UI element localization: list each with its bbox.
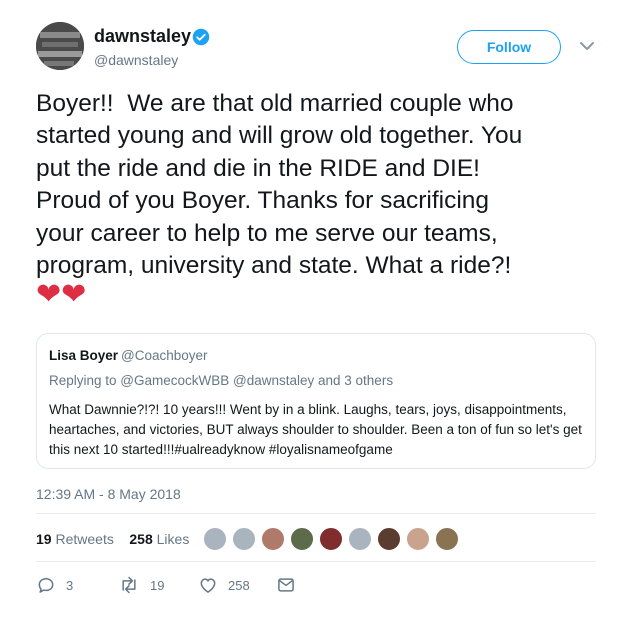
like-button[interactable]: 258 bbox=[198, 574, 250, 596]
like-icon bbox=[200, 578, 216, 593]
retweet-button[interactable]: 19 bbox=[118, 574, 164, 596]
avatar[interactable] bbox=[36, 22, 84, 70]
display-name[interactable]: dawnstaley bbox=[94, 26, 191, 47]
direct-message-button[interactable] bbox=[276, 574, 296, 596]
like-count: 258 bbox=[228, 577, 250, 593]
follow-button[interactable]: Follow bbox=[457, 30, 561, 64]
retweets-stat[interactable]: 19 Retweets bbox=[36, 531, 114, 547]
avatar-image bbox=[36, 22, 84, 70]
liker-avatar[interactable] bbox=[202, 526, 228, 552]
user-handle[interactable]: @dawnstaley bbox=[94, 52, 178, 68]
quoted-author-name: Lisa Boyer bbox=[49, 348, 119, 363]
liker-avatar[interactable] bbox=[434, 526, 460, 552]
direct-message-icon bbox=[278, 578, 294, 592]
quoted-tweet-text: What Dawnnie?!?! 10 years!!! Went by in … bbox=[49, 402, 582, 457]
liker-avatar[interactable] bbox=[405, 526, 431, 552]
liker-avatar[interactable] bbox=[347, 526, 373, 552]
liker-avatar[interactable] bbox=[260, 526, 286, 552]
reply-icon bbox=[38, 578, 54, 593]
retweet-count: 19 bbox=[150, 577, 165, 593]
retweet-icon bbox=[122, 576, 136, 594]
reply-count: 3 bbox=[66, 577, 74, 593]
verified-badge-icon bbox=[192, 28, 210, 46]
liker-avatar[interactable] bbox=[376, 526, 402, 552]
quoted-replying-to: Replying to @GamecockWBB @dawnstaley and… bbox=[49, 373, 394, 388]
liker-avatar[interactable] bbox=[231, 526, 257, 552]
chevron-down-icon[interactable] bbox=[578, 40, 596, 52]
quoted-author-handle: @Coachboyer bbox=[121, 348, 208, 363]
tweet-timestamp[interactable]: 12:39 AM - 8 May 2018 bbox=[36, 486, 181, 502]
likes-stat[interactable]: 258 Likes bbox=[129, 531, 189, 547]
divider bbox=[36, 513, 596, 514]
liker-avatar[interactable] bbox=[289, 526, 315, 552]
reply-button[interactable]: 3 bbox=[36, 574, 73, 596]
quoted-tweet[interactable]: Lisa Boyer @Coachboyer Replying to @Game… bbox=[36, 333, 596, 469]
heart-emoji: ❤❤ bbox=[36, 278, 87, 311]
divider bbox=[36, 561, 596, 562]
liker-avatar[interactable] bbox=[318, 526, 344, 552]
tweet-text: Boyer!! We are that old married couple w… bbox=[36, 90, 523, 280]
tweet-stats: 19 Retweets 258 Likes bbox=[36, 531, 189, 547]
